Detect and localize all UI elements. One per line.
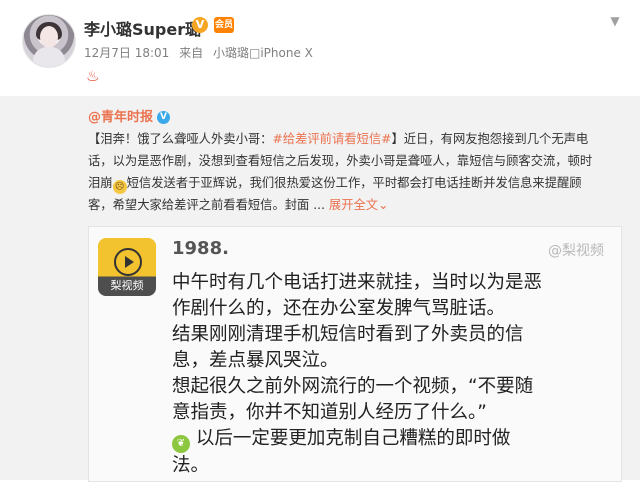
post-meta: 12月7日 18:01 来自 小璐璐□iPhone X xyxy=(84,44,319,61)
repost-author[interactable]: @青年时报 V xyxy=(88,106,171,125)
repost-line-3b: 短信发送者于亚辉说，我们很热爱这份工作，平时都会打电话挂断并发信息来提醒顾 xyxy=(126,176,582,190)
embedded-text: 中午时有几个电话打进来就挂，当时以为是恶 作剧什么的，还在办公室发脾气骂脏话。 … xyxy=(172,270,612,479)
repost-line-3a: 泪崩 xyxy=(88,176,113,190)
user-avatar[interactable] xyxy=(22,14,76,68)
pear-video-label: 梨视频 xyxy=(110,279,144,292)
embedded-line-1: 中午时有几个电话打进来就挂，当时以为是恶 xyxy=(172,272,543,293)
play-icon xyxy=(114,248,142,276)
fire-icon: ♨ xyxy=(86,67,100,85)
username[interactable]: 李小璐Super璐 xyxy=(84,16,201,40)
repost-line-1: 】近日，有网友抱怨接到几个无声电 xyxy=(391,132,589,146)
repost-line-2: 话，以为是恶作剧，没想到查看短信之后发现，外卖小哥是聋哑人，靠短信与顾客交流，顿… xyxy=(88,154,593,168)
topic-tag[interactable]: #给差评前请看短信# xyxy=(272,132,391,146)
embedded-line-2: 作剧什么的，还在办公室发脾气骂脏话。 xyxy=(172,298,506,319)
repost-line-4: 客，希望大家给差评之前看看短信。封面 ... xyxy=(88,198,325,212)
verified-icon: V xyxy=(192,17,208,33)
embedded-line-8: 法。 xyxy=(172,455,210,476)
video-watermark: @梨视频 xyxy=(548,243,604,259)
repost-verified-icon: V xyxy=(157,111,171,124)
repost-title: 【泪奔！饿了么聋哑人外卖小哥： xyxy=(88,132,273,146)
post-date[interactable]: 12月7日 18:01 xyxy=(84,46,169,60)
leaf-emoji-icon: ❦ xyxy=(172,435,190,453)
embedded-line-4: 息，差点暴风哭泣。 xyxy=(172,350,339,371)
post-source[interactable]: 小璐璐□iPhone X xyxy=(213,46,313,60)
expand-arrow-icon[interactable]: ⌄ xyxy=(378,198,388,212)
embedded-line-6: 意指责，你并不知道别人经历了什么。” xyxy=(172,402,487,423)
avatar-body xyxy=(33,47,65,67)
chevron-down-icon[interactable]: ▼ xyxy=(608,14,622,28)
embedded-line-7-text: 以后一定要更加克制自己糟糕的即时做 xyxy=(195,428,511,449)
embedded-line-5: 想起很久之前外网流行的一个视频，“不要随 xyxy=(172,376,534,397)
embedded-line-3: 结果刚刚清理手机短信时看到了外卖员的信 xyxy=(172,324,524,345)
vip-badge: 会员 xyxy=(214,17,234,33)
crying-emoji-icon: ☹ xyxy=(112,180,127,194)
pear-video-logo: 梨视频 xyxy=(98,238,156,296)
repost-author-name[interactable]: @青年时报 xyxy=(88,110,153,125)
expand-full-text-link[interactable]: 展开全文 xyxy=(329,198,378,212)
avatar-face xyxy=(40,26,58,48)
source-prefix: 来自 xyxy=(179,46,204,60)
embedded-username: 1988. xyxy=(172,238,229,259)
repost-text: 【泪奔！饿了么聋哑人外卖小哥：#给差评前请看短信#】近日，有网友抱怨接到几个无声… xyxy=(88,128,618,216)
embedded-line-7: ❦ 以后一定要更加克制自己糟糕的即时做 xyxy=(172,426,612,453)
